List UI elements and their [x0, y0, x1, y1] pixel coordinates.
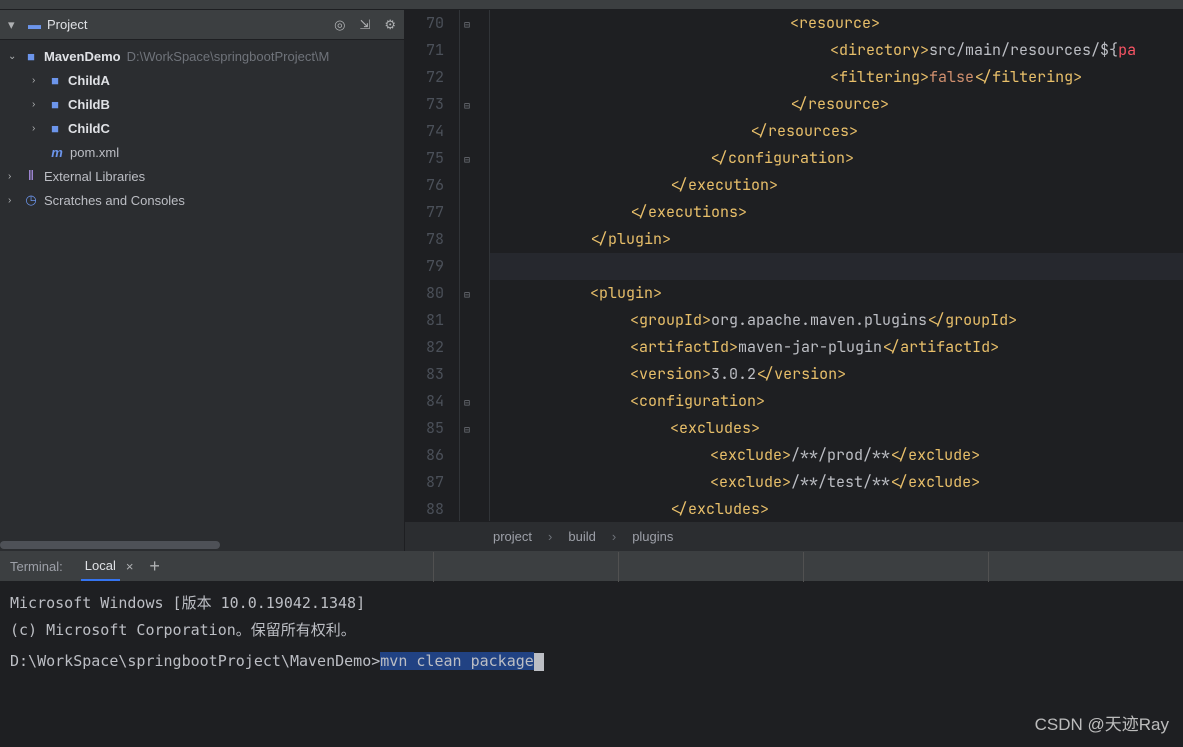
collapse-icon[interactable]: ▾: [8, 17, 24, 33]
folder-icon: ■: [46, 121, 64, 136]
tree-item-pom[interactable]: m pom.xml: [0, 140, 404, 164]
folder-icon: ■: [46, 97, 64, 112]
terminal-line: (c) Microsoft Corporation。保留所有权利。: [10, 617, 1173, 644]
close-icon[interactable]: ×: [126, 559, 134, 574]
chevron-right-icon[interactable]: ›: [32, 123, 46, 134]
project-icon: ▬: [28, 17, 41, 32]
tree-root[interactable]: ⌄ ■ MavenDemo D:\WorkSpace\springbootPro…: [0, 44, 404, 68]
terminal-panel: Terminal: Local × + Microsoft Windows [版…: [0, 551, 1183, 747]
tree-item-childa[interactable]: › ■ ChildA: [0, 68, 404, 92]
breadcrumb[interactable]: project › build › plugins: [405, 521, 1183, 551]
add-terminal-icon[interactable]: +: [149, 556, 160, 577]
library-icon: ⫴: [22, 168, 40, 184]
code-content[interactable]: <resource><directory>src/main/resources/…: [490, 10, 1183, 521]
terminal-tab-local[interactable]: Local: [81, 552, 120, 581]
terminal-tabs: Terminal: Local × +: [0, 552, 1183, 582]
settings-icon[interactable]: ⚙: [384, 17, 396, 33]
tree-scratches[interactable]: › ◷ Scratches and Consoles: [0, 188, 404, 212]
watermark: CSDN @天迹Ray: [1035, 710, 1169, 735]
code-editor[interactable]: 70717273747576777879808182838485868788 ⊟…: [405, 10, 1183, 521]
target-icon[interactable]: ◎: [334, 17, 345, 33]
project-tool-header[interactable]: ▾ ▬ Project ◎ ⇲ ⚙: [0, 10, 404, 40]
terminal-line: Microsoft Windows [版本 10.0.19042.1348]: [10, 590, 1173, 617]
chevron-right-icon[interactable]: ›: [32, 99, 46, 110]
fold-gutter[interactable]: ⊟⊟⊟⊟⊟⊟: [460, 10, 490, 521]
editor-pane: 70717273747576777879808182838485868788 ⊟…: [405, 10, 1183, 551]
project-sidebar: ▾ ▬ Project ◎ ⇲ ⚙ ⌄ ■ MavenDemo D:\WorkS…: [0, 10, 405, 551]
breadcrumb-item[interactable]: build: [568, 529, 595, 544]
project-tree[interactable]: ⌄ ■ MavenDemo D:\WorkSpace\springbootPro…: [0, 40, 404, 539]
chevron-down-icon[interactable]: ⌄: [8, 51, 22, 62]
expand-icon[interactable]: ⇲: [359, 17, 370, 33]
scratch-icon: ◷: [22, 192, 40, 208]
chevron-right-icon[interactable]: ›: [32, 75, 46, 86]
line-gutter[interactable]: 70717273747576777879808182838485868788: [405, 10, 460, 521]
terminal-content[interactable]: Microsoft Windows [版本 10.0.19042.1348] (…: [0, 582, 1183, 747]
chevron-right-icon: ›: [612, 529, 616, 544]
folder-icon: ■: [22, 49, 40, 64]
terminal-command: mvn clean package: [380, 652, 534, 670]
breadcrumb-item[interactable]: project: [493, 529, 532, 544]
chevron-right-icon: ›: [548, 529, 552, 544]
cursor: [534, 653, 544, 671]
tree-item-childb[interactable]: › ■ ChildB: [0, 92, 404, 116]
tree-item-childc[interactable]: › ■ ChildC: [0, 116, 404, 140]
title-bar: [0, 0, 1183, 10]
folder-icon: ■: [46, 73, 64, 88]
terminal-label: Terminal:: [10, 559, 63, 574]
chevron-right-icon[interactable]: ›: [8, 171, 22, 182]
terminal-prompt-line: D:\WorkSpace\springbootProject\MavenDemo…: [10, 648, 1173, 675]
project-title: Project: [47, 17, 87, 32]
breadcrumb-item[interactable]: plugins: [632, 529, 673, 544]
chevron-right-icon[interactable]: ›: [8, 195, 22, 206]
sidebar-scrollbar[interactable]: [0, 539, 404, 551]
maven-icon: m: [48, 145, 66, 160]
tree-external-libs[interactable]: › ⫴ External Libraries: [0, 164, 404, 188]
